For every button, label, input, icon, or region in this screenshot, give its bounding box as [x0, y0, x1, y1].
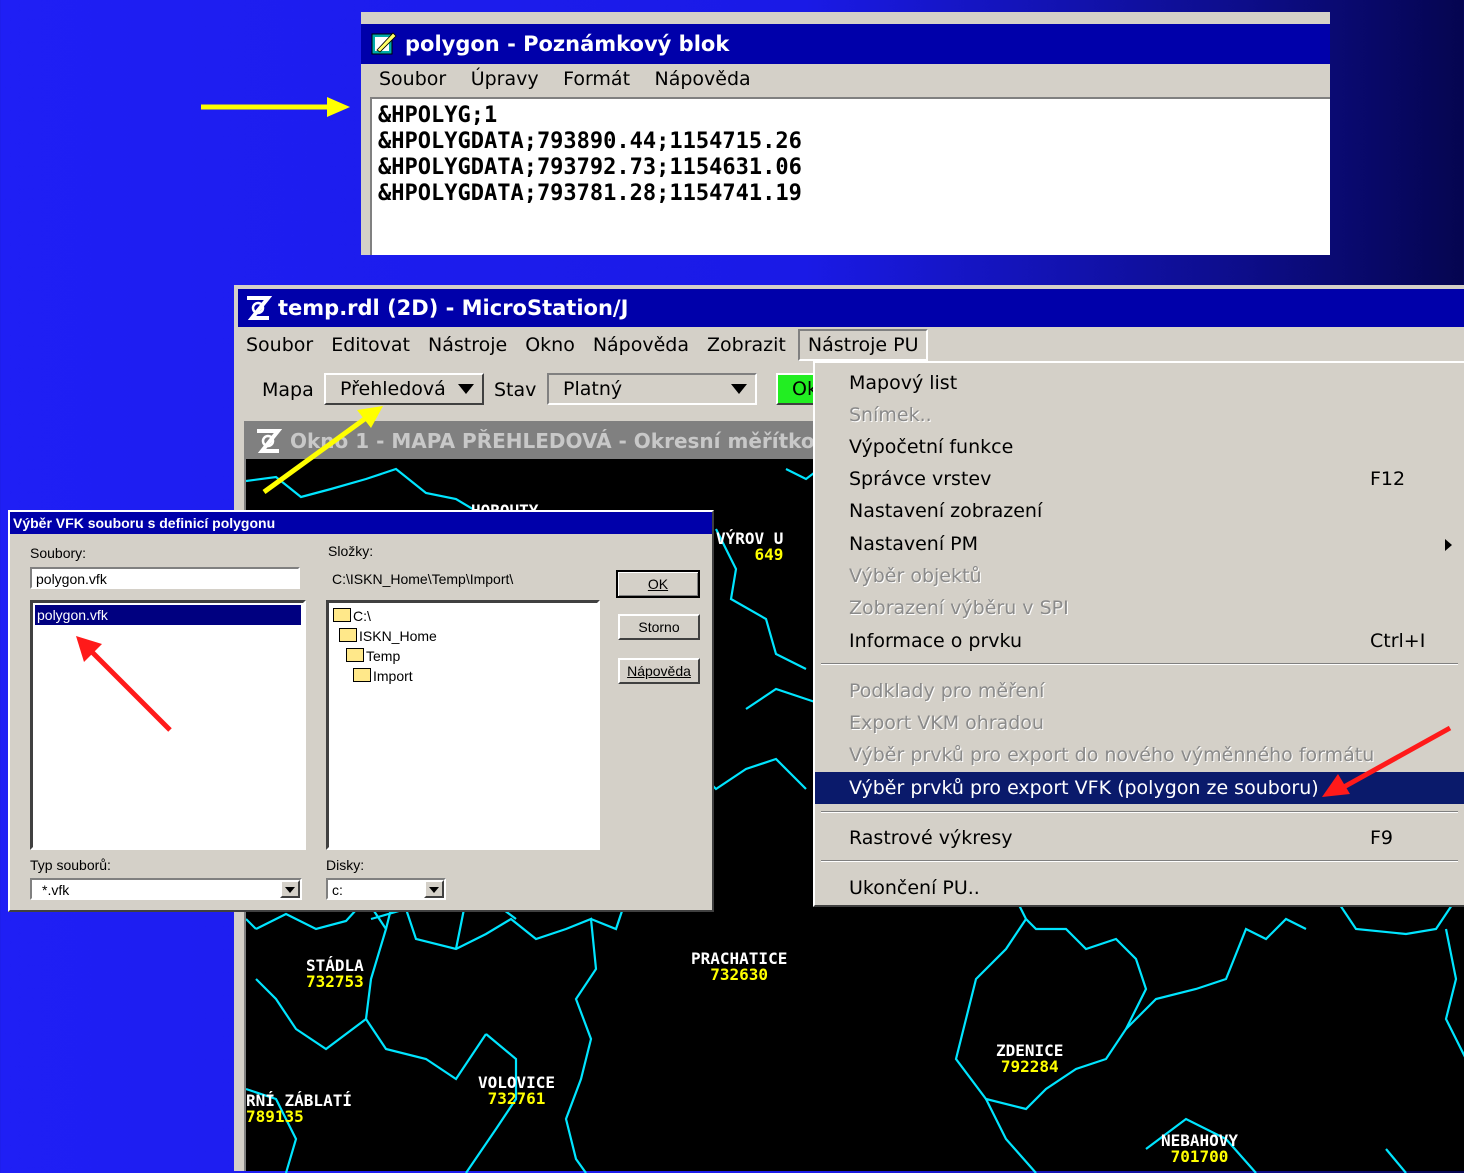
microstation-app-icon [244, 294, 273, 322]
folder-open-icon [353, 668, 371, 682]
menu-item-nastaveni-pm[interactable]: Nastavení PM [815, 528, 1464, 560]
notepad-line-2: &HPOLYGDATA;793890.44;1154715.26 [378, 129, 802, 154]
ms-menu-okno[interactable]: Okno [519, 329, 587, 361]
shortcut-ctrl-i: Ctrl+I [1370, 630, 1426, 652]
dialog-title: Výběr VFK souboru s definicí polygonu [13, 515, 276, 531]
notepad-line-4: &HPOLYGDATA;793781.28;1154741.19 [378, 181, 802, 206]
stav-select[interactable]: Platný [547, 373, 757, 405]
map-label: VOLOVICE 732761 [478, 1073, 556, 1108]
dialog-titlebar[interactable]: Výběr VFK souboru s definicí polygonu [10, 512, 712, 534]
microstation-title: temp.rdl (2D) - MicroStation/J [278, 296, 629, 320]
current-path: C:\ISKN_Home\Temp\Import\ [332, 571, 514, 587]
folders-label: Složky: [328, 543, 374, 559]
filename-input[interactable]: polygon.vfk [30, 567, 300, 589]
map-label: STÁDLA 732753 [306, 956, 364, 991]
menu-separator [821, 860, 1458, 862]
stav-select-value: Platný [563, 378, 623, 400]
cancel-button[interactable]: Storno [618, 614, 700, 640]
ms-menu-editovat[interactable]: Editovat [325, 329, 422, 361]
chevron-down-icon [458, 384, 474, 394]
map-label: VÝROV U 649 [716, 529, 784, 564]
submenu-arrow-icon [1445, 539, 1452, 551]
chevron-down-icon [280, 880, 300, 898]
drives-label: Disky: [326, 857, 365, 873]
ms-menu-nastroje-pu[interactable]: Nástroje PU [797, 329, 929, 361]
yellow-arrow-icon [201, 97, 350, 117]
shortcut-f12: F12 [1370, 468, 1406, 490]
shortcut-f9: F9 [1370, 827, 1394, 849]
file-type-value: *.vfk [42, 882, 70, 898]
menu-item-zobrazeni-vyberu-spi[interactable]: Zobrazení výběru v SPI [815, 592, 1464, 624]
map-label: PRACHATICE 732630 [691, 949, 788, 984]
menu-item-mapovy-list[interactable]: Mapový list [815, 367, 1464, 399]
red-arrow-icon [76, 636, 172, 732]
notepad-title: polygon - Poznámkový blok [405, 32, 730, 56]
notepad-menu-upravy[interactable]: Úpravy [461, 64, 549, 94]
file-list-item[interactable]: polygon.vfk [35, 605, 301, 625]
menu-item-podklady-pro-mereni[interactable]: Podklady pro měření [815, 675, 1464, 707]
file-type-label: Typ souborů: [30, 857, 111, 873]
ms-menu-soubor[interactable]: Soubor [240, 329, 325, 361]
folder-open-icon [346, 648, 364, 662]
folder-open-icon [339, 628, 357, 642]
menu-item-spravce-vrstev[interactable]: Správce vrstev F12 [815, 463, 1464, 495]
menu-item-rastrove-vykresy[interactable]: Rastrové výkresy F9 [815, 822, 1464, 854]
file-type-select[interactable]: *.vfk [30, 878, 302, 900]
menu-item-snimek[interactable]: Snímek.. [815, 399, 1464, 431]
microstation-titlebar[interactable]: temp.rdl (2D) - MicroStation/J [238, 289, 1464, 327]
menu-item-vyber-objektu[interactable]: Výběr objektů [815, 560, 1464, 592]
notepad-window: polygon - Poznámkový blok Soubor Úpravy … [361, 12, 1330, 255]
notepad-line-3: &HPOLYGDATA;793792.73;1154631.06 [378, 155, 802, 180]
menu-separator [821, 811, 1458, 813]
notepad-menu-format[interactable]: Formát [553, 64, 640, 94]
notepad-line-1: &HPOLYG;1 [378, 103, 498, 128]
notepad-app-icon [371, 31, 397, 55]
chevron-down-icon [731, 384, 747, 394]
folder-item-temp[interactable]: Temp [346, 646, 400, 666]
ok-button[interactable]: OK [616, 570, 700, 598]
menu-item-nastaveni-zobrazeni[interactable]: Nastavení zobrazení [815, 495, 1464, 527]
files-label: Soubory: [30, 545, 87, 561]
drive-select[interactable]: c: [326, 878, 446, 900]
stav-label: Stav [494, 379, 537, 401]
notepad-titlebar[interactable]: polygon - Poznámkový blok [361, 24, 1330, 64]
ms-menu-nastroje[interactable]: Nástroje [422, 329, 519, 361]
notepad-menubar: Soubor Úpravy Formát Nápověda [369, 64, 761, 94]
notepad-menu-soubor[interactable]: Soubor [369, 64, 456, 94]
nastroje-pu-dropdown: Mapový list Snímek.. Výpočetní funkce Sp… [813, 361, 1464, 907]
notepad-text-area[interactable]: &HPOLYG;1 &HPOLYGDATA;793890.44;1154715.… [370, 97, 1330, 255]
chevron-down-icon [424, 880, 444, 898]
red-arrow-icon [1322, 725, 1452, 797]
help-button[interactable]: Nápověda [618, 658, 700, 684]
menu-separator [821, 663, 1458, 665]
filename-input-value: polygon.vfk [36, 571, 107, 587]
folder-open-icon [333, 608, 351, 622]
ms-menu-zobrazit[interactable]: Zobrazit [701, 329, 798, 361]
mapa-dropdown-value: Přehledová [340, 378, 446, 400]
folder-item-iskn-home[interactable]: ISKN_Home [339, 626, 437, 646]
map-label: RNÍ ZÁBLATÍ 789135 [246, 1091, 352, 1126]
menu-item-vypocetni-funkce[interactable]: Výpočetní funkce [815, 431, 1464, 463]
yellow-diagonal-arrow-icon [262, 406, 383, 495]
menu-item-informace-o-prvku[interactable]: Informace o prvku Ctrl+I [815, 625, 1464, 657]
microstation-menubar: Soubor Editovat Nástroje Okno Nápověda Zobraz… [240, 329, 929, 361]
map-label: ZDENICE 792284 [996, 1041, 1064, 1076]
drive-value: c: [332, 882, 343, 898]
folder-tree[interactable]: C:\ ISKN_Home Temp Import [326, 600, 600, 850]
ms-menu-napoveda[interactable]: Nápověda [587, 329, 701, 361]
notepad-menu-napoveda[interactable]: Nápověda [644, 64, 760, 94]
folder-item-import[interactable]: Import [353, 666, 413, 686]
menu-item-ukonceni-pu[interactable]: Ukončení PU.. [815, 872, 1464, 904]
folder-item-c[interactable]: C:\ [333, 606, 371, 626]
map-label: NEBAHOVY 701700 [1161, 1131, 1239, 1166]
